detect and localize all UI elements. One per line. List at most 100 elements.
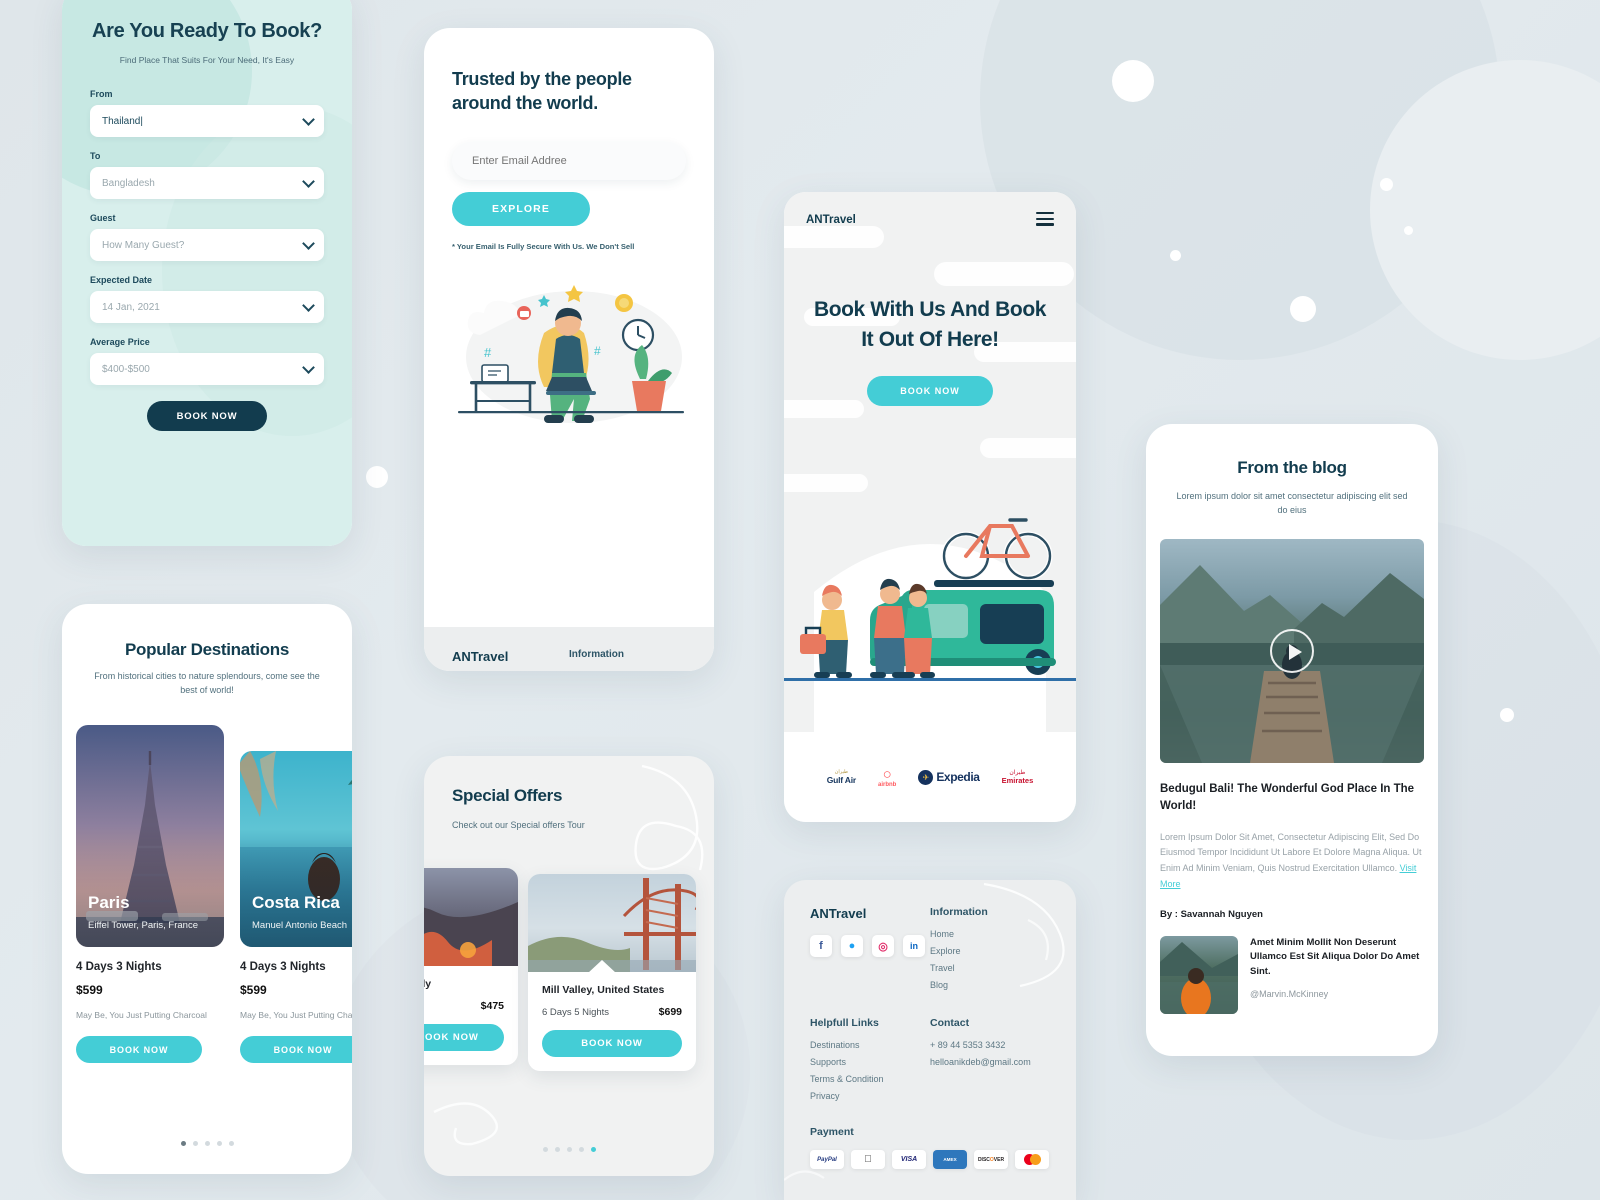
carousel-dot[interactable] (192, 1141, 198, 1146)
newsletter-title: Trusted by the people around the world. (452, 69, 632, 113)
deco-circle (1500, 708, 1514, 722)
destination-duration: 4 Days 3 Nights (240, 961, 326, 973)
footer-link-destinations[interactable]: Destinations (810, 1040, 930, 1050)
partner-gulf-air: طيران Gulf Air (826, 769, 856, 785)
to-value: Bangladesh (102, 177, 155, 189)
field-average-price: Average Price $400-$500 (90, 337, 324, 385)
blog-title: From the blog (1237, 458, 1347, 477)
partner-logos: طيران Gulf Air ○ airbnb ✈ Expedia طيران … (784, 732, 1076, 822)
carousel-dot[interactable] (216, 1141, 222, 1146)
newsletter-footer: ANTravel f ● ◎ in Helpfull Links Informa… (424, 627, 714, 671)
offer-image-italy (424, 868, 518, 966)
field-label-average-price: Average Price (90, 337, 150, 347)
blog-post-text: Lorem Ipsum Dolor Sit Amet, Consectetur … (1160, 831, 1422, 874)
deco-circle (1290, 296, 1316, 322)
footer-link-home[interactable]: Home (569, 670, 686, 671)
destination-duration: 4 Days 3 Nights (76, 961, 162, 973)
blog-panel: From the blog Lorem ipsum dolor sit amet… (1146, 424, 1438, 1056)
hero-title: Book With Us And Book It Out Of Here! (813, 297, 1047, 351)
blog-hero-image[interactable] (1160, 539, 1424, 763)
payment-heading: Payment (810, 1126, 854, 1138)
newsletter-panel: Trusted by the people around the world. … (424, 28, 714, 671)
field-label-expected-date: Expected Date (90, 275, 153, 285)
helpful-links-heading: Helpfull Links (810, 1017, 879, 1029)
apple-pay-icon:  (851, 1150, 885, 1169)
popular-carousel-dots[interactable] (62, 1141, 352, 1146)
carousel-dot[interactable] (542, 1147, 548, 1152)
svg-text:#: # (594, 344, 601, 358)
blog-secondary-post[interactable]: Amet Minim Mollit Non Deserunt Ullamco E… (1160, 935, 1424, 1014)
footer-link-blog[interactable]: Blog (930, 980, 1050, 990)
payment-methods: PayPal  VISA AMEX DISCOVER (810, 1150, 1050, 1169)
deco-circle (1380, 178, 1393, 191)
offer-duration: 6 Days 5 Nights (542, 1006, 610, 1018)
offer-book-now-button[interactable]: BOOK NOW (424, 1024, 504, 1051)
booking-subtitle: Find Place That Suits For Your Need, It'… (119, 55, 295, 65)
offer-book-now-button[interactable]: BOOK NOW (542, 1030, 682, 1057)
blog-post-body: Lorem Ipsum Dolor Sit Amet, Consectetur … (1160, 830, 1424, 893)
offers-carousel-dots[interactable] (424, 1147, 714, 1152)
destination-card: Paris Eiffel Tower, Paris, France 4 Days… (76, 725, 224, 1064)
from-select[interactable]: Thailand| (90, 105, 324, 137)
guest-select[interactable]: How Many Guest? (90, 229, 324, 261)
carousel-dot[interactable] (566, 1147, 572, 1152)
hero-book-now-button[interactable]: BOOK NOW (867, 376, 993, 407)
footer-link-terms[interactable]: Terms & Condition (810, 1074, 930, 1084)
blog-secondary-image (1160, 935, 1238, 1014)
deco-circle (366, 466, 388, 488)
information-heading: Information (569, 649, 624, 660)
destination-card: Costa Rica Manuel Antonio Beach 4 Days 3… (240, 751, 352, 1064)
offer-place: ...t, Italy (424, 978, 432, 990)
chevron-down-icon (302, 299, 315, 312)
play-button-icon[interactable] (1270, 629, 1314, 673)
footer-link-supports[interactable]: Supports (810, 1057, 930, 1067)
footer-link-privacy[interactable]: Privacy (810, 1091, 930, 1101)
offer-price: $699 (658, 1006, 682, 1018)
carousel-dot[interactable] (228, 1141, 234, 1146)
carousel-dot[interactable] (180, 1141, 186, 1146)
contact-phone: + 89 44 5353 3432 (930, 1040, 1006, 1050)
mastercard-icon (1015, 1150, 1049, 1169)
expected-date-value: 14 Jan, 2021 (102, 301, 160, 313)
partner-expedia: ✈ Expedia (918, 769, 980, 785)
carousel-dot[interactable] (204, 1141, 210, 1146)
email-input[interactable] (452, 141, 686, 180)
facebook-icon[interactable]: f (810, 935, 832, 957)
footer-link-travel[interactable]: Travel (930, 963, 1050, 973)
destination-name: Costa Rica (252, 893, 340, 912)
average-price-select[interactable]: $400-$500 (90, 353, 324, 385)
destination-book-now-button[interactable]: BOOK NOW (240, 1036, 352, 1064)
field-expected-date: Expected Date 14 Jan, 2021 (90, 275, 324, 323)
field-from: From Thailand| (90, 89, 324, 137)
visa-icon: VISA (892, 1150, 926, 1169)
footer-link-home[interactable]: Home (930, 929, 1050, 939)
destination-book-now-button[interactable]: BOOK NOW (76, 1036, 202, 1064)
booking-book-now-button[interactable]: BOOK NOW (147, 401, 267, 431)
twitter-icon[interactable]: ● (841, 935, 863, 957)
workspace-illustration: # # (424, 261, 714, 447)
to-select[interactable]: Bangladesh (90, 167, 324, 199)
linkedin-icon[interactable]: in (903, 935, 925, 957)
booking-panel: Are You Ready To Book? Find Place That S… (62, 0, 352, 546)
field-label-to: To (90, 151, 101, 161)
explore-button[interactable]: EXPLORE (452, 191, 590, 226)
hero-panel: ANTravel Book With Us And Book It Out Of… (784, 192, 1076, 822)
field-label-guest: Guest (90, 213, 116, 223)
partner-airbnb: ○ airbnb (877, 765, 897, 788)
carousel-dot[interactable] (578, 1147, 584, 1152)
footer-link-explore[interactable]: Explore (930, 946, 1050, 956)
carousel-dot[interactable] (590, 1147, 596, 1152)
booking-title: Are You Ready To Book? (91, 20, 323, 42)
contact-email: helloanikdeb@gmail.com (930, 1057, 1031, 1067)
chevron-down-icon (302, 175, 315, 188)
field-label-from: From (90, 89, 113, 99)
svg-text:#: # (484, 345, 492, 360)
popular-destinations-panel: Popular Destinations From historical cit… (62, 604, 352, 1174)
instagram-icon[interactable]: ◎ (872, 935, 894, 957)
field-to: To Bangladesh (90, 151, 324, 199)
expected-date-select[interactable]: 14 Jan, 2021 (90, 291, 324, 323)
hamburger-menu-icon[interactable] (1036, 212, 1054, 229)
carousel-dot[interactable] (554, 1147, 560, 1152)
destination-place: Eiffel Tower, Paris, France (88, 920, 199, 931)
blog-post-title: Bedugul Bali! The Wonderful God Place In… (1160, 783, 1415, 813)
